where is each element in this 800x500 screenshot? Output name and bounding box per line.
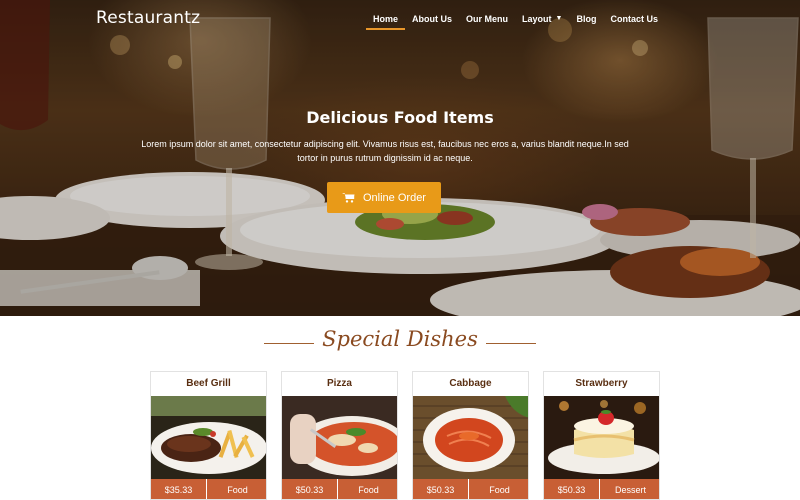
online-order-label: Online Order: [363, 191, 426, 204]
nav-contact-us-label: Contact Us: [610, 14, 658, 24]
strawberry-photo: [544, 396, 659, 479]
dish-name: Pizza: [326, 378, 352, 389]
dish-footer: $50.33 Food: [282, 479, 397, 499]
dish-footer: $50.33 Food: [413, 479, 528, 499]
hero-banner: Restaurantz Home About Us Our Menu Layou…: [0, 0, 800, 316]
dish-category: Food: [207, 479, 266, 499]
pizza-photo: [282, 396, 397, 479]
dish-price: $50.33: [413, 479, 469, 499]
hero-description: Lorem ipsum dolor sit amet, consectetur …: [141, 139, 629, 163]
nav-our-menu[interactable]: Our Menu: [459, 14, 515, 30]
main-nav: Home About Us Our Menu Layout ▼ Blog Cont…: [366, 14, 665, 30]
dish-card-cabbage[interactable]: Cabbage $50.33 Food: [412, 371, 529, 500]
nav-about-us[interactable]: About Us: [405, 14, 459, 30]
dish-footer: $35.33 Food: [151, 479, 266, 499]
brand-logo[interactable]: Restaurantz: [96, 8, 200, 28]
dish-name: Beef Grill: [186, 378, 231, 389]
divider-right: [485, 342, 536, 344]
dish-card-beef-grill[interactable]: Beef Grill $35.33 Food: [150, 371, 267, 500]
hero-title: Delicious Food Items: [306, 108, 494, 127]
cabbage-photo: [413, 396, 528, 479]
nav-blog[interactable]: Blog: [569, 14, 603, 30]
nav-our-menu-label: Our Menu: [466, 14, 509, 24]
dish-category: Food: [338, 479, 397, 499]
dish-price: $35.33: [151, 479, 207, 499]
dish-footer: $50.33 Dessert: [544, 479, 659, 499]
nav-blog-label: Blog: [576, 14, 597, 24]
dish-name: Cabbage: [449, 378, 492, 389]
nav-layout-label: Layout: [522, 14, 552, 24]
dish-cards: Beef Grill $35.33 Food Pizza $50.33 Food…: [150, 371, 660, 500]
chevron-down-icon: ▼: [555, 15, 563, 22]
nav-home[interactable]: Home: [366, 14, 406, 30]
divider-left: [264, 342, 315, 344]
dish-category: Dessert: [600, 479, 659, 499]
dish-price: $50.33: [544, 479, 600, 499]
special-dishes-title: Special Dishes: [322, 327, 478, 351]
nav-contact-us[interactable]: Contact Us: [603, 14, 665, 30]
dish-category: Food: [469, 479, 528, 499]
nav-about-us-label: About Us: [412, 14, 453, 24]
beef-grill-photo: [151, 396, 266, 479]
dish-card-strawberry[interactable]: Strawberry $50.33 Dessert: [543, 371, 660, 500]
special-dishes-heading: Special Dishes: [0, 322, 800, 356]
nav-layout[interactable]: Layout ▼: [515, 14, 569, 30]
online-order-button[interactable]: Online Order: [327, 182, 441, 213]
nav-home-label: Home: [373, 14, 399, 24]
dish-name: Strawberry: [575, 378, 628, 389]
dish-card-pizza[interactable]: Pizza $50.33 Food: [281, 371, 398, 500]
shopping-cart-icon: [342, 193, 355, 203]
dish-price: $50.33: [282, 479, 338, 499]
